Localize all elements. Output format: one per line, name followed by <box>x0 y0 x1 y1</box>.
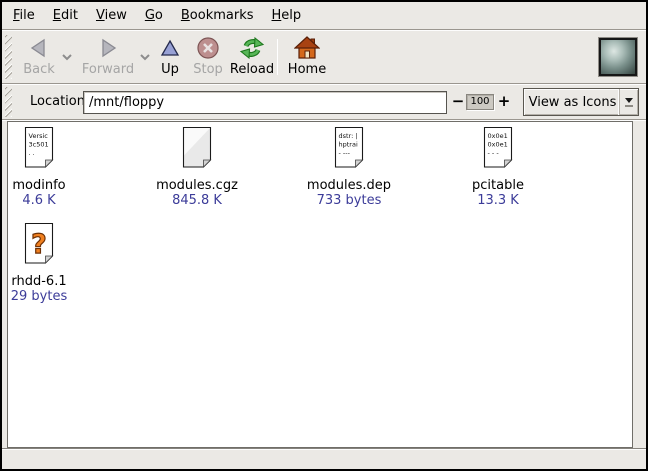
menu-help[interactable]: Help <box>263 4 311 27</box>
svg-text:hptrai: hptrai <box>339 141 358 149</box>
file-item-modules.cgz[interactable]: modules.cgz845.8 K <box>132 126 262 208</box>
menu-file[interactable]: File <box>4 4 44 27</box>
svg-text:?: ? <box>31 229 47 260</box>
svg-text:. .: . . <box>29 149 35 157</box>
zoom-level-indicator[interactable]: 100 <box>466 94 494 110</box>
file-manager-window: FileEditViewGoBookmarksHelp Back Forward <box>0 0 648 471</box>
file-view[interactable]: Versic3c501. . modinfo4.6 K modules.cgz845… <box>7 121 633 448</box>
file-size: 733 bytes <box>284 193 414 208</box>
file-name: modinfo <box>7 178 104 193</box>
svg-text:3c501: 3c501 <box>29 141 49 149</box>
text-file-icon: 0x0e10x0e1- - - <box>433 126 563 170</box>
unknown-file-icon: ? <box>7 222 104 266</box>
location-bar: Location: − 100 + View as Icons <box>2 85 646 119</box>
forward-button[interactable]: Forward <box>80 35 136 81</box>
file-item-rhdd-6.1[interactable]: ? rhdd-6.129 bytes <box>7 222 104 304</box>
zoom-out-button[interactable]: − <box>451 92 465 110</box>
stop-button[interactable]: Stop <box>188 35 228 81</box>
dropdown-arrow-icon <box>619 89 638 115</box>
menu-view[interactable]: View <box>87 4 136 27</box>
up-icon <box>159 35 181 61</box>
file-item-modinfo[interactable]: Versic3c501. . modinfo4.6 K <box>7 126 104 208</box>
file-name: modules.cgz <box>132 178 262 193</box>
svg-text:- - -: - - - <box>488 149 500 157</box>
forward-history-dropdown-icon[interactable] <box>138 52 152 62</box>
zoom-in-button[interactable]: + <box>497 92 511 110</box>
file-name: rhdd-6.1 <box>7 274 104 289</box>
binary-file-icon <box>132 126 262 170</box>
menu-bookmarks[interactable]: Bookmarks <box>172 4 263 27</box>
menu-bar: FileEditViewGoBookmarksHelp <box>2 2 646 29</box>
home-label: Home <box>288 62 326 77</box>
file-size: 13.3 K <box>433 193 563 208</box>
forward-label: Forward <box>82 62 134 77</box>
forward-icon <box>97 35 119 61</box>
throbber-icon <box>599 38 637 76</box>
status-bar <box>2 448 646 469</box>
file-size: 845.8 K <box>132 193 262 208</box>
svg-text:- ---: - --- <box>339 149 351 157</box>
up-button[interactable]: Up <box>154 35 186 81</box>
stop-icon <box>196 35 220 61</box>
reload-button[interactable]: Reload <box>226 35 278 81</box>
file-name: pcitable <box>433 178 563 193</box>
text-file-icon: dstr: |hptrai- --- <box>284 126 414 170</box>
location-input[interactable] <box>83 91 447 114</box>
menu-edit[interactable]: Edit <box>44 4 87 27</box>
text-file-icon: Versic3c501. . <box>7 126 104 170</box>
svg-text:0x0e1: 0x0e1 <box>488 132 508 140</box>
svg-text:0x0e1: 0x0e1 <box>488 141 508 149</box>
view-mode-dropdown[interactable]: View as Icons <box>523 88 639 116</box>
toolbar-separator <box>277 39 278 75</box>
reload-icon <box>239 35 265 61</box>
locationbar-drag-handle[interactable] <box>5 87 12 117</box>
stop-label: Stop <box>193 62 223 77</box>
file-size: 4.6 K <box>7 193 104 208</box>
back-button[interactable]: Back <box>14 35 64 81</box>
toolbar-drag-handle[interactable] <box>5 35 12 79</box>
svg-text:Versic: Versic <box>29 132 49 140</box>
back-label: Back <box>23 62 55 77</box>
file-item-pcitable[interactable]: 0x0e10x0e1- - -pcitable13.3 K <box>433 126 563 208</box>
file-name: modules.dep <box>284 178 414 193</box>
file-size: 29 bytes <box>7 289 104 304</box>
reload-label: Reload <box>230 62 274 77</box>
home-button[interactable]: Home <box>286 35 328 81</box>
svg-text:dstr: |: dstr: | <box>339 132 358 140</box>
location-label: Location: <box>30 94 89 109</box>
view-mode-label: View as Icons <box>524 95 619 110</box>
back-icon <box>28 35 50 61</box>
back-history-dropdown-icon[interactable] <box>60 52 74 62</box>
up-label: Up <box>161 62 179 77</box>
menu-go[interactable]: Go <box>136 4 172 27</box>
file-item-modules.dep[interactable]: dstr: |hptrai- --- modules.dep733 bytes <box>284 126 414 208</box>
home-icon <box>294 35 320 61</box>
toolbar: Back Forward Up <box>2 31 646 83</box>
